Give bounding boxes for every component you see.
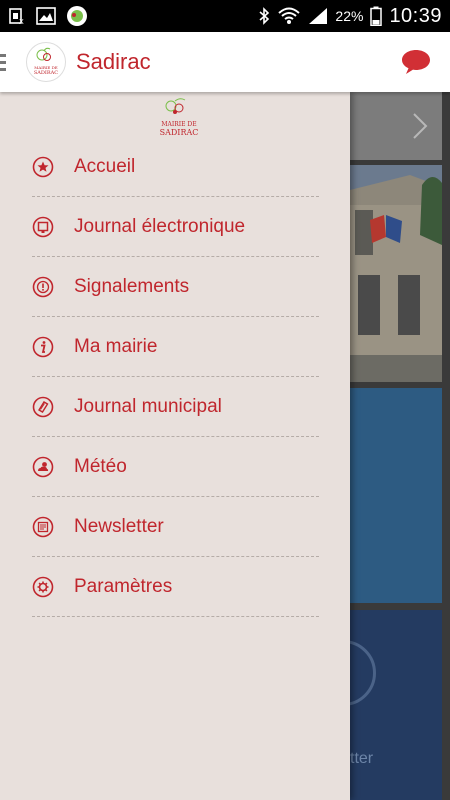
menu-label: Signalements (74, 275, 190, 297)
status-bar-left: X (8, 5, 88, 27)
menu-label: Newsletter (74, 515, 164, 537)
svg-text:MAIRIE DE: MAIRIE DE (161, 121, 196, 128)
app-bar: MAIRIE DE SADIRAC Sadirac (0, 32, 450, 92)
newsletter-tile-label: tter (350, 750, 374, 767)
status-bar: X 22% 10:39 (0, 0, 450, 32)
app-logo[interactable]: MAIRIE DE SADIRAC (26, 42, 66, 82)
newsletter-tile[interactable]: tter (310, 610, 442, 800)
wifi-icon (278, 7, 301, 24)
drawer-logo: MAIRIE DE SADIRAC (160, 98, 199, 137)
battery-icon (370, 6, 383, 26)
menu-item-journal-municipal[interactable]: Journal municipal (32, 377, 319, 437)
menu-item-newsletter[interactable]: Newsletter (32, 497, 319, 557)
battery-percent: 22% (335, 8, 364, 24)
app-title: Sadirac (76, 49, 151, 74)
chat-icon[interactable] (400, 48, 432, 76)
chevron-right-icon[interactable] (412, 112, 428, 140)
town-hall-photo[interactable] (350, 165, 442, 382)
newspaper-icon (32, 396, 54, 417)
status-bar-right: 22% 10:39 (258, 5, 442, 28)
bluetooth-icon (259, 7, 270, 25)
menu-item-signalements[interactable]: Signalements (32, 257, 319, 317)
sim-card-icon: X (9, 8, 24, 25)
menu-label: Journal électronique (74, 215, 246, 237)
svg-text:SADIRAC: SADIRAC (160, 128, 199, 137)
blue-tile[interactable] (350, 388, 442, 603)
signal-icon (309, 8, 328, 24)
menu-item-accueil[interactable]: Accueil (32, 137, 319, 197)
sadirac-logo-icon: MAIRIE DE SADIRAC (34, 47, 58, 76)
svg-text:X: X (19, 18, 24, 25)
tablet-icon (32, 216, 54, 237)
clock: 10:39 (389, 4, 442, 27)
newsletter-icon (32, 516, 54, 537)
alert-icon (32, 276, 54, 297)
info-icon (32, 336, 54, 357)
drawer-menu: Accueil Journal électronique Signalement… (32, 137, 319, 617)
navigation-drawer: MAIRIE DE SADIRAC Accueil Journal électr… (0, 92, 350, 800)
menu-label: Paramètres (74, 575, 173, 597)
menu-item-journal-electronique[interactable]: Journal électronique (32, 197, 319, 257)
menu-item-meteo[interactable]: Météo (32, 437, 319, 497)
menu-label: Accueil (74, 155, 136, 177)
menu-label: Journal municipal (74, 395, 222, 417)
svg-text:SADIRAC: SADIRAC (34, 70, 58, 76)
gallery-icon (36, 7, 56, 25)
menu-label: Météo (74, 455, 127, 477)
gear-icon (32, 576, 54, 597)
menu-label: Ma mairie (74, 335, 158, 357)
menu-toggle-icon[interactable] (0, 32, 12, 92)
town-hall-image (350, 165, 442, 382)
app-notification-icon (67, 6, 87, 26)
menu-item-parametres[interactable]: Paramètres (32, 557, 319, 617)
weather-icon (32, 456, 54, 477)
star-icon (32, 156, 54, 177)
header-tile[interactable] (350, 92, 442, 160)
menu-item-ma-mairie[interactable]: Ma mairie (32, 317, 319, 377)
